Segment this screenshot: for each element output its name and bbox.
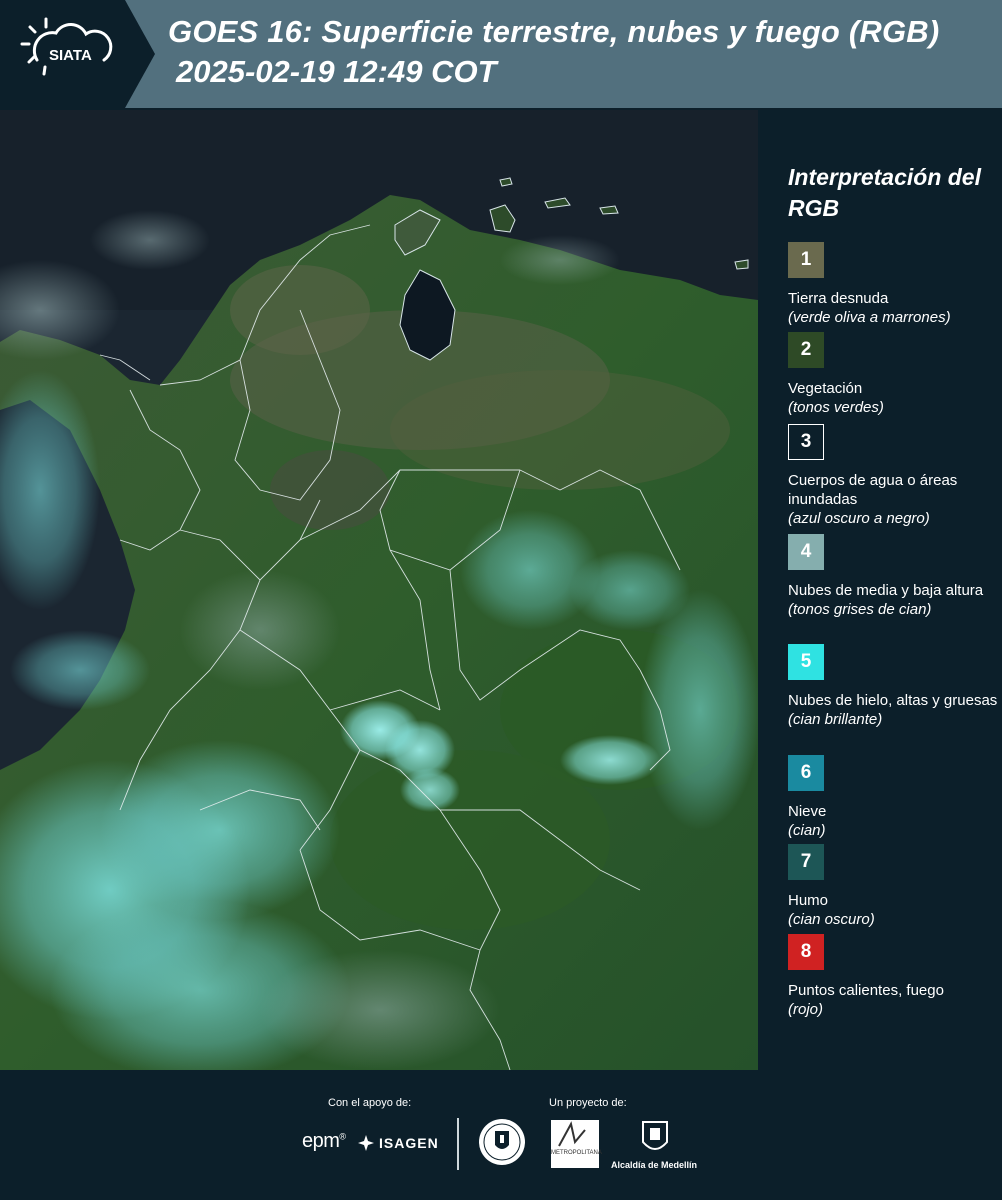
alcaldia-crest-icon — [642, 1121, 668, 1150]
isagen-logo: ISAGEN — [357, 1132, 439, 1154]
legend-label: Nubes de media y baja altura — [788, 582, 984, 599]
support-label: Con el apoyo de: — [328, 1097, 412, 1109]
legend-label: Vegetación — [788, 380, 863, 397]
page-title: GOES 16: Superficie terrestre, nubes y f… — [168, 14, 940, 49]
legend-sublabel: (cian brillante) — [788, 711, 883, 728]
legend-label: Tierra desnuda — [788, 290, 889, 307]
legend-sublabel: (cian oscuro) — [788, 911, 875, 928]
legend-item: 7 Humo (cian oscuro) — [788, 844, 998, 929]
area-metropolitana-logo: METROPOLITANA — [551, 1120, 602, 1168]
legend-swatch: 5 — [788, 644, 824, 680]
legend-label: Nubes de hielo, altas y gruesas — [788, 692, 998, 709]
siata-logo: SIATA — [0, 0, 155, 108]
legend-item: 2 Vegetación (tonos verdes) — [788, 332, 998, 417]
legend-label: Puntos calientes, fuego — [788, 982, 944, 999]
legend-swatch: 4 — [788, 534, 824, 570]
university-seal-icon — [479, 1119, 525, 1165]
area-metropolitana-icon — [558, 1121, 586, 1147]
legend-label: Cuerpos de agua o áreas inundadas — [788, 472, 958, 508]
legend-sublabel: (tonos grises de cian) — [788, 601, 932, 618]
siata-logo-text: SIATA — [49, 47, 92, 64]
legend-item: 6 Nieve (cian) — [788, 755, 998, 840]
legend-item: 1 Tierra desnuda (verde oliva a marrones) — [788, 242, 998, 327]
legend-swatch: 8 — [788, 934, 824, 970]
legend-swatch: 1 — [788, 242, 824, 278]
legend-label: Humo — [788, 892, 829, 909]
area-metropolitana-text: METROPOLITANA — [551, 1150, 602, 1156]
page: SIATA GOES 16: Superficie terrestre, nub… — [0, 0, 1002, 1200]
page-timestamp: 2025-02-19 12:49 COT — [176, 54, 497, 89]
legend-swatch: 2 — [788, 332, 824, 368]
legend-item: 4 Nubes de media y baja altura (tonos gris… — [788, 534, 998, 619]
footer-divider — [457, 1118, 459, 1170]
epm-logo-text: epm — [302, 1130, 340, 1152]
legend-sublabel: (cian) — [788, 822, 826, 839]
legend-swatch: 6 — [788, 755, 824, 791]
legend-sublabel: (verde oliva a marrones) — [788, 309, 951, 326]
header-bar: SIATA GOES 16: Superficie terrestre, nub… — [0, 0, 1002, 108]
isagen-icon — [358, 1135, 374, 1151]
legend-sublabel: (azul oscuro a negro) — [788, 510, 930, 527]
legend-item: 8 Puntos calientes, fuego (rojo) — [788, 934, 998, 1019]
legend-panel: Interpretación del RGB 1 Tierra desnuda (v… — [772, 110, 1000, 1070]
project-label: Un proyecto de: — [549, 1097, 627, 1109]
footer: Con el apoyo de: Un proyecto de: epm® IS… — [0, 1070, 1002, 1200]
legend-sublabel: (tonos verdes) — [788, 399, 884, 416]
alcaldia-label: Alcaldía de Medellín — [611, 1160, 698, 1170]
legend-swatch: 7 — [788, 844, 824, 880]
epm-logo: epm® — [302, 1130, 346, 1152]
legend-label: Nieve — [788, 803, 827, 820]
legend-title: Interpretación del RGB — [788, 164, 981, 221]
satellite-image — [0, 110, 758, 1070]
legend-item: 3 Cuerpos de agua o áreas inundadas (azul … — [788, 424, 998, 528]
isagen-logo-text: ISAGEN — [379, 1135, 439, 1151]
legend-item: 5 Nubes de hielo, altas y gruesas (cian br… — [788, 644, 998, 729]
legend-swatch: 3 — [788, 424, 824, 460]
legend-sublabel: (rojo) — [788, 1001, 824, 1018]
